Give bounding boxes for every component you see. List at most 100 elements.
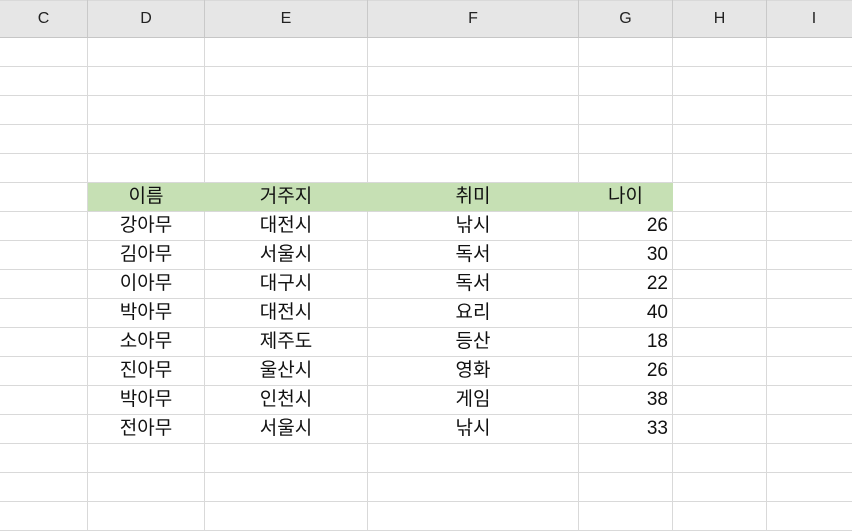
- cell[interactable]: [0, 502, 88, 531]
- data-cell-hobby[interactable]: 등산: [368, 328, 579, 357]
- cell[interactable]: [579, 473, 673, 502]
- cell[interactable]: [673, 125, 767, 154]
- cell[interactable]: [205, 67, 368, 96]
- data-cell-name[interactable]: 전아무: [88, 415, 205, 444]
- cell[interactable]: [88, 473, 205, 502]
- cell[interactable]: [767, 183, 852, 212]
- cell[interactable]: [368, 96, 579, 125]
- cell[interactable]: [0, 328, 88, 357]
- cell[interactable]: [88, 502, 205, 531]
- cell[interactable]: [673, 212, 767, 241]
- cell[interactable]: [88, 125, 205, 154]
- cell[interactable]: [0, 444, 88, 473]
- cell[interactable]: [767, 415, 852, 444]
- column-header-e[interactable]: E: [205, 0, 368, 37]
- cell[interactable]: [767, 386, 852, 415]
- cell[interactable]: [767, 241, 852, 270]
- cell[interactable]: [0, 386, 88, 415]
- header-cell-name[interactable]: 이름: [88, 183, 205, 212]
- column-header-g[interactable]: G: [579, 0, 673, 37]
- cell[interactable]: [205, 125, 368, 154]
- data-cell-age[interactable]: 30: [579, 241, 673, 270]
- cell[interactable]: [0, 38, 88, 67]
- data-cell-name[interactable]: 이아무: [88, 270, 205, 299]
- data-cell-residence[interactable]: 제주도: [205, 328, 368, 357]
- cell[interactable]: [0, 154, 88, 183]
- cell[interactable]: [0, 270, 88, 299]
- cell[interactable]: [673, 67, 767, 96]
- cell[interactable]: [0, 212, 88, 241]
- cell[interactable]: [0, 241, 88, 270]
- cell[interactable]: [579, 38, 673, 67]
- cell[interactable]: [205, 154, 368, 183]
- data-cell-hobby[interactable]: 요리: [368, 299, 579, 328]
- data-cell-name[interactable]: 김아무: [88, 241, 205, 270]
- data-cell-residence[interactable]: 대전시: [205, 212, 368, 241]
- cell[interactable]: [673, 415, 767, 444]
- cell[interactable]: [579, 502, 673, 531]
- cell[interactable]: [673, 444, 767, 473]
- cell[interactable]: [767, 299, 852, 328]
- data-cell-name[interactable]: 진아무: [88, 357, 205, 386]
- cell[interactable]: [88, 96, 205, 125]
- cell[interactable]: [673, 241, 767, 270]
- cell[interactable]: [673, 357, 767, 386]
- data-cell-age[interactable]: 40: [579, 299, 673, 328]
- cell[interactable]: [205, 473, 368, 502]
- cell[interactable]: [368, 473, 579, 502]
- cell[interactable]: [767, 444, 852, 473]
- cell[interactable]: [205, 96, 368, 125]
- cell[interactable]: [368, 502, 579, 531]
- cell[interactable]: [205, 502, 368, 531]
- cell[interactable]: [579, 67, 673, 96]
- cell[interactable]: [0, 183, 88, 212]
- data-cell-name[interactable]: 박아무: [88, 299, 205, 328]
- data-cell-residence[interactable]: 대전시: [205, 299, 368, 328]
- cell[interactable]: [673, 38, 767, 67]
- cell[interactable]: [767, 154, 852, 183]
- data-cell-hobby[interactable]: 독서: [368, 270, 579, 299]
- cell[interactable]: [767, 502, 852, 531]
- data-cell-residence[interactable]: 울산시: [205, 357, 368, 386]
- cell-grid[interactable]: 이름 거주지 취미 나이 강아무 대전시 낚시 26 김아무 서울시 독서 30 이아무 대구시 독서 22 박…: [0, 38, 852, 532]
- cell[interactable]: [767, 357, 852, 386]
- cell[interactable]: [0, 96, 88, 125]
- column-header-f[interactable]: F: [368, 0, 579, 37]
- cell[interactable]: [673, 502, 767, 531]
- column-header-i[interactable]: I: [767, 0, 852, 37]
- data-cell-residence[interactable]: 대구시: [205, 270, 368, 299]
- cell[interactable]: [673, 154, 767, 183]
- cell[interactable]: [767, 473, 852, 502]
- data-cell-age[interactable]: 38: [579, 386, 673, 415]
- data-cell-name[interactable]: 소아무: [88, 328, 205, 357]
- column-header-c[interactable]: C: [0, 0, 88, 37]
- column-header-d[interactable]: D: [88, 0, 205, 37]
- cell[interactable]: [673, 386, 767, 415]
- data-cell-hobby[interactable]: 영화: [368, 357, 579, 386]
- cell[interactable]: [767, 38, 852, 67]
- cell[interactable]: [0, 125, 88, 154]
- cell[interactable]: [0, 415, 88, 444]
- data-cell-age[interactable]: 22: [579, 270, 673, 299]
- cell[interactable]: [88, 444, 205, 473]
- data-cell-name[interactable]: 박아무: [88, 386, 205, 415]
- cell[interactable]: [0, 473, 88, 502]
- cell[interactable]: [88, 154, 205, 183]
- cell[interactable]: [205, 38, 368, 67]
- data-cell-age[interactable]: 26: [579, 212, 673, 241]
- header-cell-residence[interactable]: 거주지: [205, 183, 368, 212]
- data-cell-residence[interactable]: 서울시: [205, 241, 368, 270]
- cell[interactable]: [368, 67, 579, 96]
- data-cell-hobby[interactable]: 낚시: [368, 415, 579, 444]
- data-cell-age[interactable]: 18: [579, 328, 673, 357]
- cell[interactable]: [579, 125, 673, 154]
- cell[interactable]: [673, 473, 767, 502]
- cell[interactable]: [767, 212, 852, 241]
- cell[interactable]: [673, 96, 767, 125]
- header-cell-hobby[interactable]: 취미: [368, 183, 579, 212]
- cell[interactable]: [767, 270, 852, 299]
- cell[interactable]: [767, 67, 852, 96]
- data-cell-hobby[interactable]: 게임: [368, 386, 579, 415]
- header-cell-age[interactable]: 나이: [579, 183, 673, 212]
- cell[interactable]: [368, 444, 579, 473]
